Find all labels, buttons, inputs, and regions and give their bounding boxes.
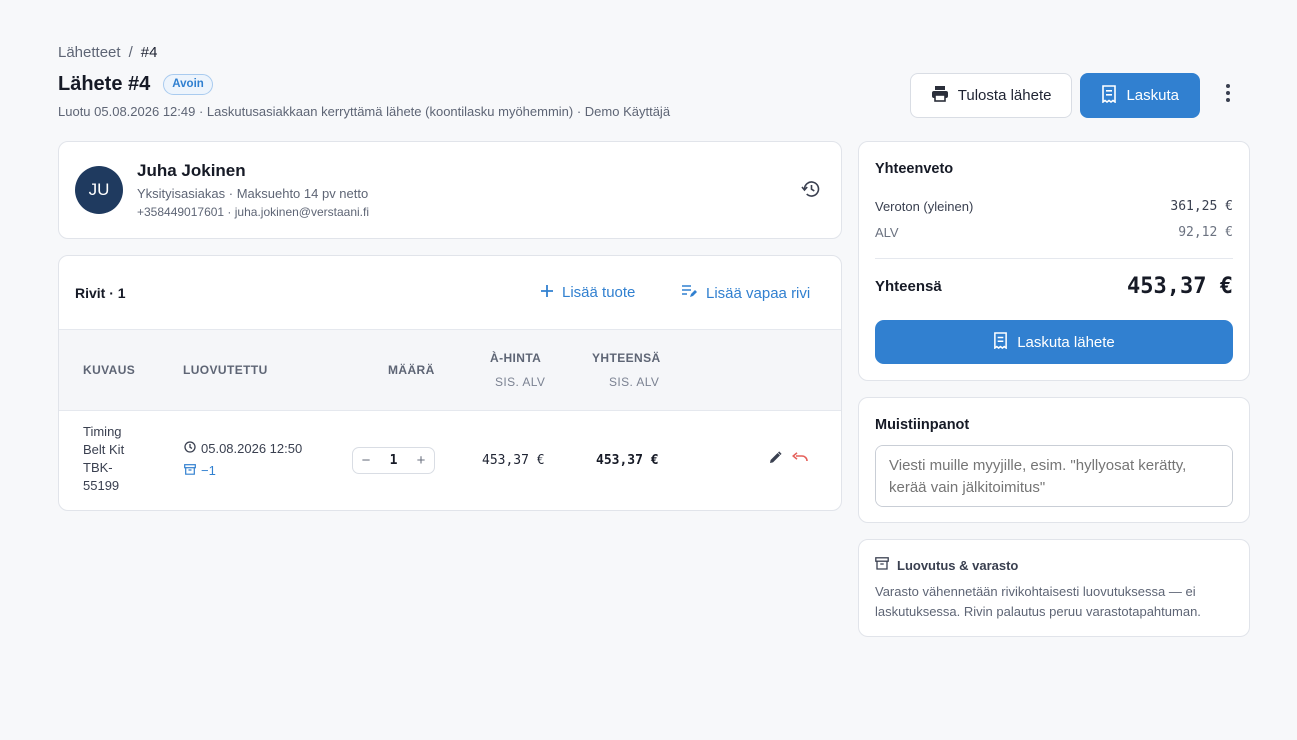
rows-title: Rivit · 1	[75, 285, 126, 301]
history-button[interactable]	[799, 180, 821, 202]
summary-vat-value: 92,12 €	[1178, 225, 1233, 240]
clock-icon	[184, 441, 196, 456]
page-subtitle: Luotu 05.08.2026 12:49 · Laskutusasiakka…	[58, 104, 671, 119]
column-header-total-sub: SIS. ALV	[609, 375, 660, 389]
increment-button[interactable]: +	[414, 452, 428, 469]
summary-net-value: 361,25 €	[1170, 199, 1233, 214]
history-icon	[800, 180, 820, 203]
status-badge: Avoin	[163, 73, 213, 96]
rows-header: Rivit · 1 Lisää tuote Lisää vapaa rivi	[59, 256, 841, 330]
avatar: JU	[75, 166, 123, 214]
invoice-button[interactable]: Laskuta	[1080, 73, 1200, 118]
add-free-row-button[interactable]: Lisää vapaa rivi	[681, 284, 810, 302]
breadcrumb-parent-link[interactable]: Lähetteet	[58, 44, 121, 61]
notes-card: Muistiinpanot	[858, 397, 1250, 523]
column-header-unit-price-sub: SIS. ALV	[495, 375, 546, 389]
print-button[interactable]: Tulosta lähete	[909, 73, 1073, 118]
summary-vat-label: ALV	[875, 225, 899, 240]
archive-icon	[184, 463, 196, 478]
print-button-label: Tulosta lähete	[957, 87, 1052, 104]
summary-vat-row: ALV 92,12 €	[875, 225, 1233, 240]
customer-card: JU Juha Jokinen Yksityisasiakas · Maksue…	[58, 141, 842, 239]
summary-net-label: Veroton (yleinen)	[875, 199, 974, 214]
archive-icon	[875, 557, 889, 573]
decrement-button[interactable]: −	[359, 452, 373, 469]
row-actions	[769, 451, 808, 469]
column-header-quantity: MÄÄRÄ	[388, 363, 435, 377]
table-row: Timing Belt Kit TBK-55199 05.08.2026 12:…	[59, 411, 841, 510]
invoice-delivery-button[interactable]: Laskuta lähete	[875, 320, 1233, 364]
summary-total-row: Yhteensä 453,37 €	[875, 274, 1233, 299]
summary-card: Yhteenveto Veroton (yleinen) 361,25 € AL…	[858, 141, 1250, 381]
customer-name: Juha Jokinen	[137, 161, 246, 180]
delivery-info-card: Luovutus & varasto Varasto vähennetään r…	[858, 539, 1250, 637]
undo-row-button[interactable]	[791, 451, 808, 469]
notes-title: Muistiinpanot	[875, 417, 970, 433]
add-free-row-label: Lisää vapaa rivi	[706, 284, 811, 302]
breadcrumb: Lähetteet / #4	[58, 44, 157, 61]
row-unit-price: 453,37 €	[482, 453, 545, 468]
add-product-label: Lisää tuote	[562, 284, 636, 301]
title-row: Lähete #4 Avoin	[58, 73, 213, 96]
plus-icon	[541, 284, 553, 301]
delivery-info-title: Luovutus & varasto	[897, 557, 1019, 573]
invoice-delivery-label: Laskuta lähete	[1017, 333, 1115, 351]
summary-total-label: Yhteensä	[875, 278, 942, 295]
more-menu-button[interactable]	[1208, 73, 1248, 118]
header-actions: Tulosta lähete Laskuta	[909, 73, 1248, 118]
row-description: Timing Belt Kit TBK-55199	[83, 424, 125, 493]
rows-card: Rivit · 1 Lisää tuote Lisää vapaa rivi K…	[58, 255, 842, 511]
breadcrumb-current: #4	[140, 44, 158, 61]
quantity-stepper: − 1 +	[352, 447, 435, 474]
summary-net-row: Veroton (yleinen) 361,25 €	[875, 199, 1233, 214]
table-header: KUVAUS LUOVUTETTU MÄÄRÄ À-HINTA SIS. ALV…	[59, 330, 841, 411]
delivery-info-header: Luovutus & varasto	[875, 557, 1018, 573]
customer-contact: +358449017601 · juha.jokinen@verstaani.f…	[137, 205, 370, 219]
summary-title: Yhteenveto	[875, 161, 954, 177]
edit-list-icon	[681, 284, 697, 302]
printer-icon	[931, 85, 949, 106]
column-header-total: YHTEENSÄ	[592, 351, 661, 365]
add-product-button[interactable]: Lisää tuote	[541, 284, 635, 301]
customer-meta: Yksityisasiakas · Maksuehto 14 pv netto	[137, 186, 369, 201]
undo-icon	[791, 451, 808, 468]
notes-input[interactable]	[875, 445, 1233, 507]
quantity-value[interactable]: 1	[390, 453, 398, 468]
row-stock-change-value: −1	[201, 463, 216, 478]
receipt-icon	[1101, 84, 1117, 107]
more-vertical-icon	[1226, 84, 1230, 107]
row-delivered: 05.08.2026 12:50	[184, 441, 302, 456]
column-header-delivered: LUOVUTETTU	[183, 363, 268, 377]
column-header-unit-price: À-HINTA	[490, 351, 542, 365]
summary-total-value: 453,37 €	[1127, 274, 1233, 299]
delivery-info-text: Varasto vähennetään rivikohtaisesti luov…	[875, 584, 1201, 619]
breadcrumb-separator: /	[128, 44, 133, 61]
summary-divider	[875, 258, 1233, 259]
row-stock-change: −1	[184, 463, 216, 478]
page-title: Lähete #4	[58, 73, 151, 95]
column-header-description: KUVAUS	[83, 363, 136, 377]
invoice-button-label: Laskuta	[1126, 87, 1179, 104]
edit-row-button[interactable]	[769, 451, 782, 469]
pencil-icon	[769, 451, 782, 468]
receipt-icon	[993, 331, 1008, 353]
row-delivered-time: 05.08.2026 12:50	[201, 441, 303, 456]
row-line-total: 453,37 €	[596, 453, 659, 468]
